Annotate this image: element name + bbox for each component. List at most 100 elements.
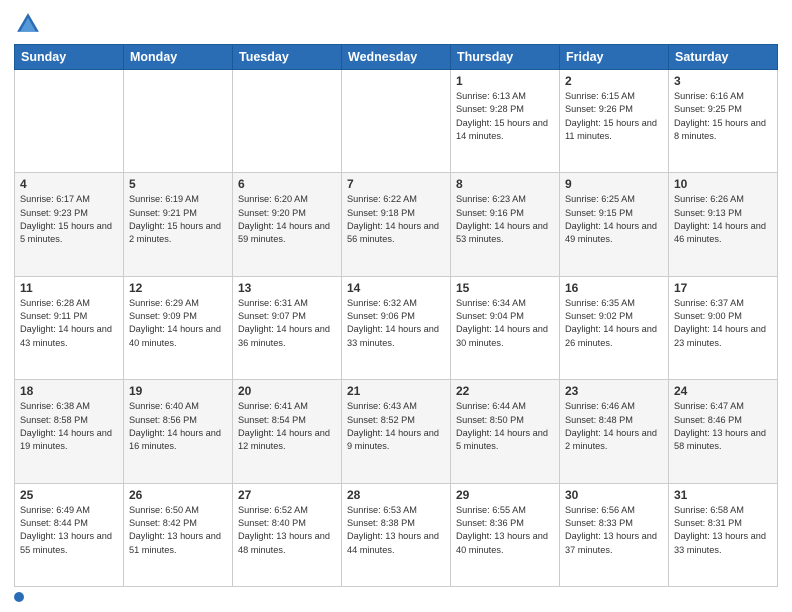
day-info: Sunrise: 6:46 AM Sunset: 8:48 PM Dayligh… <box>565 400 663 453</box>
day-cell: 15Sunrise: 6:34 AM Sunset: 9:04 PM Dayli… <box>451 276 560 379</box>
col-thursday: Thursday <box>451 45 560 70</box>
day-number: 22 <box>456 384 554 398</box>
day-cell <box>233 70 342 173</box>
day-info: Sunrise: 6:16 AM Sunset: 9:25 PM Dayligh… <box>674 90 772 143</box>
day-cell: 6 Sunrise: 6:20 AM Sunset: 9:20 PM Daylig… <box>233 173 342 276</box>
day-cell: 26 Sunrise: 6:50 AM Sunset: 8:42 PM Dayli… <box>124 483 233 586</box>
day-number: 23 <box>565 384 663 398</box>
day-cell: 18 Sunrise: 6:38 AM Sunset: 8:58 PM Dayli… <box>15 380 124 483</box>
day-cell: 27 Sunrise: 6:52 AM Sunset: 8:40 PM Dayli… <box>233 483 342 586</box>
day-cell: 7Sunrise: 6:22 AM Sunset: 9:18 PM Daylig… <box>342 173 451 276</box>
day-cell: 2 Sunrise: 6:15 AM Sunset: 9:26 PM Daylig… <box>560 70 669 173</box>
week-row-1: 1 Sunrise: 6:13 AM Sunset: 9:28 PM Daylig… <box>15 70 778 173</box>
logo-icon <box>14 10 42 38</box>
day-info: Sunrise: 6:19 AM Sunset: 9:21 PM Dayligh… <box>129 193 227 246</box>
day-cell: 12Sunrise: 6:29 AM Sunset: 9:09 PM Dayli… <box>124 276 233 379</box>
day-number: 17 <box>674 281 772 295</box>
day-cell: 5 Sunrise: 6:19 AM Sunset: 9:21 PM Daylig… <box>124 173 233 276</box>
week-row-3: 11 Sunrise: 6:28 AM Sunset: 9:11 PM Dayli… <box>15 276 778 379</box>
day-number: 14 <box>347 281 445 295</box>
day-cell: 21Sunrise: 6:43 AM Sunset: 8:52 PM Dayli… <box>342 380 451 483</box>
legend <box>14 592 778 602</box>
day-info: Sunrise: 6:20 AM Sunset: 9:20 PM Dayligh… <box>238 193 336 246</box>
day-cell <box>124 70 233 173</box>
day-number: 31 <box>674 488 772 502</box>
day-number: 15 <box>456 281 554 295</box>
day-info: Sunrise: 6:50 AM Sunset: 8:42 PM Dayligh… <box>129 504 227 557</box>
day-cell: 13 Sunrise: 6:31 AM Sunset: 9:07 PM Dayli… <box>233 276 342 379</box>
day-number: 6 <box>238 177 336 191</box>
day-number: 1 <box>456 74 554 88</box>
page: Sunday Monday Tuesday Wednesday Thursday… <box>0 0 792 612</box>
day-info: Sunrise: 6:15 AM Sunset: 9:26 PM Dayligh… <box>565 90 663 143</box>
day-info: Sunrise: 6:40 AM Sunset: 8:56 PM Dayligh… <box>129 400 227 453</box>
col-sunday: Sunday <box>15 45 124 70</box>
day-cell: 9Sunrise: 6:25 AM Sunset: 9:15 PM Daylig… <box>560 173 669 276</box>
day-number: 18 <box>20 384 118 398</box>
day-info: Sunrise: 6:56 AM Sunset: 8:33 PM Dayligh… <box>565 504 663 557</box>
day-cell: 4 Sunrise: 6:17 AM Sunset: 9:23 PM Daylig… <box>15 173 124 276</box>
day-info: Sunrise: 6:31 AM Sunset: 9:07 PM Dayligh… <box>238 297 336 350</box>
day-number: 26 <box>129 488 227 502</box>
day-number: 5 <box>129 177 227 191</box>
day-number: 27 <box>238 488 336 502</box>
legend-daylight <box>14 592 29 602</box>
col-monday: Monday <box>124 45 233 70</box>
day-number: 28 <box>347 488 445 502</box>
logo <box>14 10 46 38</box>
day-cell: 23 Sunrise: 6:46 AM Sunset: 8:48 PM Dayli… <box>560 380 669 483</box>
day-number: 2 <box>565 74 663 88</box>
day-number: 25 <box>20 488 118 502</box>
day-number: 20 <box>238 384 336 398</box>
day-info: Sunrise: 6:37 AM Sunset: 9:00 PM Dayligh… <box>674 297 772 350</box>
day-info: Sunrise: 6:55 AM Sunset: 8:36 PM Dayligh… <box>456 504 554 557</box>
day-info: Sunrise: 6:38 AM Sunset: 8:58 PM Dayligh… <box>20 400 118 453</box>
day-cell: 14 Sunrise: 6:32 AM Sunset: 9:06 PM Dayli… <box>342 276 451 379</box>
day-info: Sunrise: 6:28 AM Sunset: 9:11 PM Dayligh… <box>20 297 118 350</box>
week-row-5: 25 Sunrise: 6:49 AM Sunset: 8:44 PM Dayli… <box>15 483 778 586</box>
day-number: 24 <box>674 384 772 398</box>
day-cell: 20Sunrise: 6:41 AM Sunset: 8:54 PM Dayli… <box>233 380 342 483</box>
day-info: Sunrise: 6:17 AM Sunset: 9:23 PM Dayligh… <box>20 193 118 246</box>
day-number: 21 <box>347 384 445 398</box>
day-number: 13 <box>238 281 336 295</box>
day-cell <box>15 70 124 173</box>
day-info: Sunrise: 6:44 AM Sunset: 8:50 PM Dayligh… <box>456 400 554 453</box>
col-friday: Friday <box>560 45 669 70</box>
day-number: 10 <box>674 177 772 191</box>
header <box>14 10 778 38</box>
day-cell: 31 Sunrise: 6:58 AM Sunset: 8:31 PM Dayli… <box>669 483 778 586</box>
col-saturday: Saturday <box>669 45 778 70</box>
legend-dot <box>14 592 24 602</box>
day-cell: 1 Sunrise: 6:13 AM Sunset: 9:28 PM Daylig… <box>451 70 560 173</box>
day-info: Sunrise: 6:47 AM Sunset: 8:46 PM Dayligh… <box>674 400 772 453</box>
day-cell: 30 Sunrise: 6:56 AM Sunset: 8:33 PM Dayli… <box>560 483 669 586</box>
calendar-header-row: Sunday Monday Tuesday Wednesday Thursday… <box>15 45 778 70</box>
day-number: 19 <box>129 384 227 398</box>
day-cell: 28 Sunrise: 6:53 AM Sunset: 8:38 PM Dayli… <box>342 483 451 586</box>
day-info: Sunrise: 6:32 AM Sunset: 9:06 PM Dayligh… <box>347 297 445 350</box>
day-info: Sunrise: 6:58 AM Sunset: 8:31 PM Dayligh… <box>674 504 772 557</box>
day-info: Sunrise: 6:13 AM Sunset: 9:28 PM Dayligh… <box>456 90 554 143</box>
day-cell: 8Sunrise: 6:23 AM Sunset: 9:16 PM Daylig… <box>451 173 560 276</box>
day-info: Sunrise: 6:49 AM Sunset: 8:44 PM Dayligh… <box>20 504 118 557</box>
day-info: Sunrise: 6:53 AM Sunset: 8:38 PM Dayligh… <box>347 504 445 557</box>
day-info: Sunrise: 6:29 AM Sunset: 9:09 PM Dayligh… <box>129 297 227 350</box>
day-number: 11 <box>20 281 118 295</box>
day-cell: 19 Sunrise: 6:40 AM Sunset: 8:56 PM Dayli… <box>124 380 233 483</box>
col-tuesday: Tuesday <box>233 45 342 70</box>
day-cell: 29 Sunrise: 6:55 AM Sunset: 8:36 PM Dayli… <box>451 483 560 586</box>
day-number: 16 <box>565 281 663 295</box>
day-cell: 17 Sunrise: 6:37 AM Sunset: 9:00 PM Dayli… <box>669 276 778 379</box>
day-info: Sunrise: 6:52 AM Sunset: 8:40 PM Dayligh… <box>238 504 336 557</box>
day-number: 29 <box>456 488 554 502</box>
day-number: 3 <box>674 74 772 88</box>
day-number: 7 <box>347 177 445 191</box>
day-info: Sunrise: 6:26 AM Sunset: 9:13 PM Dayligh… <box>674 193 772 246</box>
week-row-2: 4 Sunrise: 6:17 AM Sunset: 9:23 PM Daylig… <box>15 173 778 276</box>
day-number: 4 <box>20 177 118 191</box>
day-number: 30 <box>565 488 663 502</box>
day-info: Sunrise: 6:25 AM Sunset: 9:15 PM Dayligh… <box>565 193 663 246</box>
week-row-4: 18 Sunrise: 6:38 AM Sunset: 8:58 PM Dayli… <box>15 380 778 483</box>
day-number: 8 <box>456 177 554 191</box>
